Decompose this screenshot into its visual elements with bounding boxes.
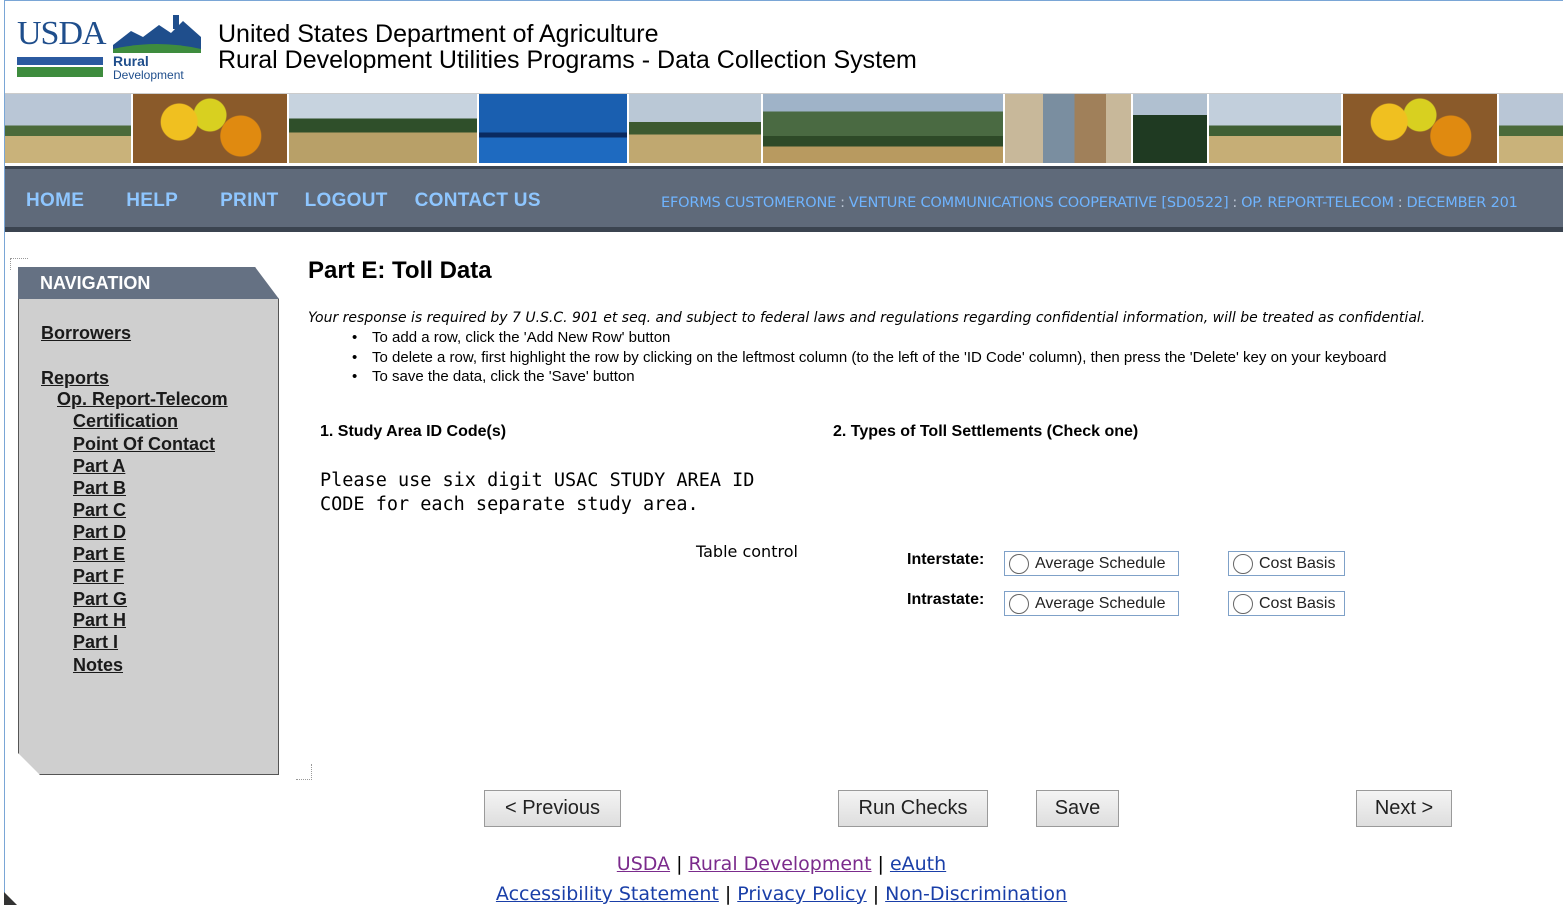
radio-circle-icon[interactable]: [1009, 593, 1029, 614]
footer-separator: |: [676, 853, 683, 875]
title-line-1: United States Department of Agriculture: [218, 20, 659, 48]
sidenav-item-part-a[interactable]: Part A: [73, 455, 125, 477]
banner-field-photo-2: [1209, 94, 1343, 163]
sidenav-item-part-h[interactable]: Part H: [73, 609, 126, 631]
intrastate-label: Intrastate:: [907, 591, 985, 608]
save-button[interactable]: Save: [1036, 790, 1119, 827]
interstate-average-schedule-radio[interactable]: Average Schedule: [1004, 551, 1179, 576]
sidenav-item-part-g[interactable]: Part G: [73, 588, 127, 610]
logo-development-text: Development: [113, 68, 184, 82]
context-separator: :: [1397, 195, 1403, 211]
nav-print-link[interactable]: PRINT: [220, 190, 279, 212]
footer-privacy-link[interactable]: Privacy Policy: [737, 883, 866, 905]
context-user: EFORMS CUSTOMERONE: [661, 195, 837, 211]
logo-usda-text: USDA: [17, 15, 107, 52]
banner-canoe-photo: [479, 94, 629, 163]
interstate-label: Interstate:: [907, 551, 985, 568]
rural-landscape-icon: [113, 15, 201, 53]
nav-contact-us-link[interactable]: CONTACT US: [415, 190, 541, 212]
context-separator: :: [1232, 195, 1238, 211]
sidenav-item-part-c[interactable]: Part C: [73, 499, 126, 521]
next-button[interactable]: Next >: [1356, 790, 1452, 827]
radio-label: Average Schedule: [1035, 594, 1166, 612]
site-title: United States Department of Agriculture …: [218, 21, 917, 73]
banner-photo-strip: [5, 93, 1563, 163]
banner-field-photo-3: [1499, 94, 1563, 163]
footer-separator: |: [877, 853, 884, 875]
resize-grip-bottom: [296, 764, 312, 780]
sidenav-op-report-telecom-link[interactable]: Op. Report-Telecom: [57, 388, 228, 410]
nav-logout-link[interactable]: LOGOUT: [305, 190, 388, 212]
toll-settlements-section-label: 2. Types of Toll Settlements (Check one): [833, 423, 1139, 440]
banner-field-photo: [5, 94, 133, 163]
footer-separator: |: [724, 883, 732, 905]
study-area-section-label: 1. Study Area ID Code(s): [320, 423, 507, 440]
footer-rural-development-link[interactable]: Rural Development: [688, 853, 871, 875]
sidenav-borrowers-link[interactable]: Borrowers: [41, 322, 131, 344]
sidenav-item-certification[interactable]: Certification: [73, 410, 178, 432]
top-nav-bar: HOME HELP PRINT LOGOUT CONTACT US EFORMS…: [5, 166, 1563, 232]
context-breadcrumb: EFORMS CUSTOMERONE: VENTURE COMMUNICATION…: [661, 195, 1563, 211]
instruction-item: To save the data, click the 'Save' butto…: [352, 367, 1386, 387]
logo-usda-stripe: [17, 57, 103, 77]
sidenav-item-part-f[interactable]: Part F: [73, 565, 124, 587]
radio-circle-icon[interactable]: [1233, 553, 1253, 574]
logo-rural-text: Rural: [113, 53, 149, 69]
sidenav-item-part-i[interactable]: Part I: [73, 631, 118, 653]
footer-non-discrimination-link[interactable]: Non-Discrimination: [885, 883, 1067, 905]
radio-label: Average Schedule: [1035, 554, 1166, 572]
radio-circle-icon[interactable]: [1009, 553, 1029, 574]
table-control-placeholder[interactable]: Table control: [696, 542, 798, 561]
top-nav-links: HOME HELP PRINT LOGOUT CONTACT US: [26, 190, 583, 212]
banner-farmers-photo: [1005, 94, 1133, 163]
context-report: OP. REPORT-TELECOM: [1241, 195, 1394, 211]
confidentiality-notice: Your response is required by 7 U.S.C. 90…: [308, 310, 1426, 326]
banner-meadow-photo-2: [629, 94, 763, 163]
banner-mountain-photo: [763, 94, 1005, 163]
banner-fruit-photo: [133, 94, 289, 163]
footer-links-row-1: USDA | Rural Development | eAuth: [0, 853, 1563, 875]
sidenav-item-notes[interactable]: Notes: [73, 654, 123, 676]
footer-eauth-link[interactable]: eAuth: [890, 853, 946, 875]
footer-usda-link[interactable]: USDA: [617, 853, 670, 875]
side-navigation-title: NAVIGATION: [40, 273, 151, 293]
corner-arrow-icon: [4, 892, 17, 905]
page-title: Part E: Toll Data: [308, 257, 492, 284]
instructions-list: To add a row, click the 'Add New Row' bu…: [352, 328, 1386, 387]
footer-separator: |: [872, 883, 880, 905]
banner-meadow-photo: [289, 94, 479, 163]
interstate-cost-basis-radio[interactable]: Cost Basis: [1228, 551, 1345, 576]
footer-links-row-2: Accessibility Statement | Privacy Policy | N…: [0, 883, 1563, 905]
intrastate-average-schedule-radio[interactable]: Average Schedule: [1004, 591, 1179, 616]
previous-button[interactable]: < Previous: [484, 790, 621, 827]
instruction-item: To delete a row, first highlight the row…: [352, 348, 1386, 368]
radio-circle-icon[interactable]: [1233, 593, 1253, 614]
sidenav-item-point-of-contact[interactable]: Point Of Contact: [73, 433, 215, 455]
footer-accessibility-link[interactable]: Accessibility Statement: [496, 883, 719, 905]
banner-fruit-photo-2: [1343, 94, 1499, 163]
instruction-item: To add a row, click the 'Add New Row' bu…: [352, 328, 1386, 348]
intrastate-cost-basis-radio[interactable]: Cost Basis: [1228, 591, 1345, 616]
title-line-2: Rural Development Utilities Programs - D…: [218, 46, 917, 74]
site-header: USDA Rural Development United States Dep…: [5, 1, 1563, 93]
sidenav-reports-link[interactable]: Reports: [41, 367, 109, 389]
nav-home-link[interactable]: HOME: [26, 190, 84, 212]
run-checks-button[interactable]: Run Checks: [838, 790, 988, 827]
radio-label: Cost Basis: [1259, 554, 1336, 572]
context-separator: :: [840, 195, 845, 211]
radio-label: Cost Basis: [1259, 594, 1336, 612]
sidenav-item-part-b[interactable]: Part B: [73, 477, 126, 499]
nav-help-link[interactable]: HELP: [126, 190, 178, 212]
sidenav-item-part-d[interactable]: Part D: [73, 521, 126, 543]
banner-forest-photo: [1133, 94, 1209, 163]
context-borrower: VENTURE COMMUNICATIONS COOPERATIVE [SD05…: [848, 195, 1229, 211]
context-period: DECEMBER 201: [1406, 195, 1518, 211]
sidenav-item-part-e[interactable]: Part E: [73, 543, 125, 565]
study-area-note: Please use six digit USAC STUDY AREA ID …: [320, 470, 755, 515]
usda-rd-logo[interactable]: USDA Rural Development: [17, 15, 203, 83]
